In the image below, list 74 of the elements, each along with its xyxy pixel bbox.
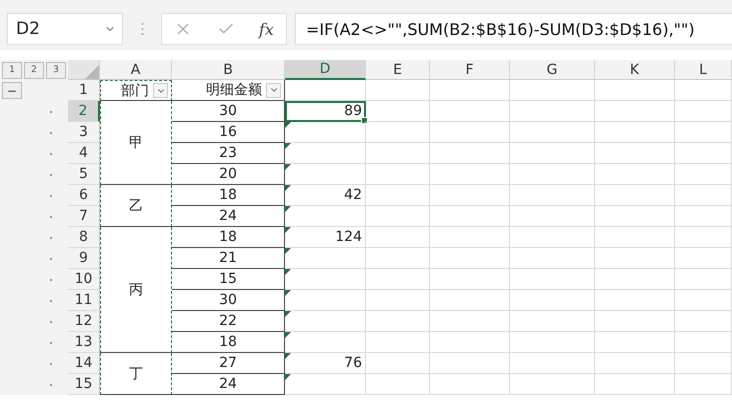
row-header[interactable]: 8 [68,227,100,248]
table-cell: 76 [285,353,366,374]
empty-cell [675,269,732,290]
table-cell: 18 [172,227,285,248]
column-header[interactable]: B [172,60,285,80]
row-header[interactable]: 10 [68,269,100,290]
empty-cell [675,311,732,332]
collapse-button[interactable]: − [2,82,22,99]
empty-cell [675,290,732,311]
row-header[interactable]: 15 [68,374,100,395]
table-cell: 27 [172,353,285,374]
table-cell: 42 [285,185,366,206]
fill-handle[interactable] [361,117,368,124]
column-header[interactable]: L [675,60,732,80]
column-header[interactable]: A [100,60,172,80]
table-cell: 24 [172,374,285,395]
table-cell: 24 [172,206,285,227]
empty-cell [675,143,732,164]
header-text: 明细金额 [206,81,262,99]
table-cell: 22 [172,311,285,332]
selected-cell: 89 [285,101,366,122]
table-cell: 15 [172,269,285,290]
filter-button[interactable] [153,83,168,98]
empty-cell [675,122,732,143]
row-header[interactable]: 6 [68,185,100,206]
table-cell: 30 [172,101,285,122]
formula-field[interactable]: =IF(A2<>"",SUM(B2:$B$16)-SUM(D3:$D$16),"") [295,13,732,45]
empty-cell [675,248,732,269]
row-header[interactable]: 12 [68,311,100,332]
name-box[interactable]: D2 [7,13,123,45]
row-header[interactable]: 3 [68,122,100,143]
table-cell: 124 [285,227,366,248]
outline-level-button[interactable]: 2 [24,62,44,78]
row-header[interactable]: 9 [68,248,100,269]
grip-icon [140,22,144,36]
empty-cell [675,185,732,206]
table-cell: 16 [172,122,285,143]
insert-function-button[interactable]: fx [258,20,274,38]
row-header[interactable]: 1 [68,80,100,101]
outline-level-button[interactable]: 1 [2,62,22,78]
table-cell: 30 [172,290,285,311]
table-cell: 18 [172,332,285,353]
empty-cell [366,353,430,374]
column-header[interactable]: D [285,60,366,80]
empty-cell [366,185,430,206]
row-header[interactable]: 4 [68,143,100,164]
empty-cell [675,227,732,248]
table-cell: 23 [172,143,285,164]
empty-cell [675,101,732,122]
table-cell: 20 [172,164,285,185]
column-header[interactable]: E [366,60,430,80]
filter-button[interactable] [266,82,281,98]
outline-level-button[interactable]: 3 [46,62,66,78]
column-header[interactable]: G [510,60,595,80]
row-header[interactable]: 11 [68,290,100,311]
header-text: 部门 [121,82,149,100]
column-header[interactable]: F [430,60,510,80]
row-header[interactable]: 7 [68,206,100,227]
empty-cell [366,80,430,101]
table-cell: 18 [172,185,285,206]
row-header[interactable]: 5 [68,164,100,185]
row-header[interactable]: 13 [68,332,100,353]
table-cell: 21 [172,248,285,269]
row-header[interactable]: 14 [68,353,100,374]
empty-cell [675,332,732,353]
row-header[interactable]: 2 [68,101,100,122]
empty-cell [675,353,732,374]
empty-cell [366,101,430,122]
empty-cell [366,227,430,248]
empty-cell [675,80,732,101]
empty-cell [675,164,732,185]
empty-cell [675,206,732,227]
empty-cell [675,374,732,395]
column-header[interactable]: K [595,60,675,80]
